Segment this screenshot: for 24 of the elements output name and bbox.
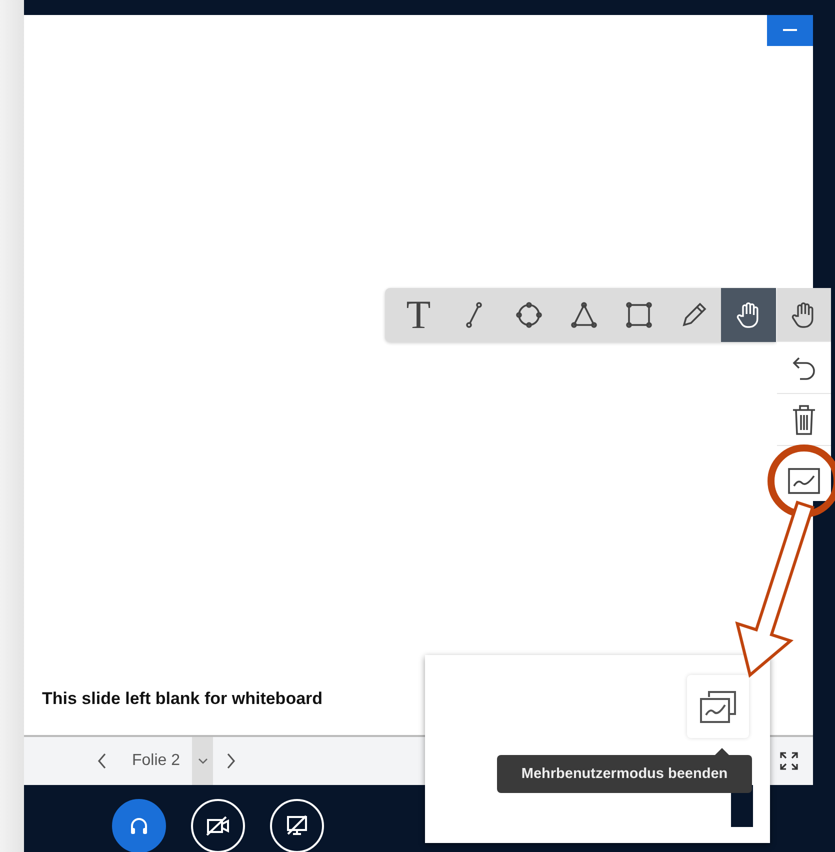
stacked-screens-icon [698,688,738,724]
circle-icon [514,300,544,330]
multi-user-button[interactable] [687,675,749,738]
pan-tool-button[interactable] [777,288,831,342]
chevron-left-icon [96,752,108,770]
trash-icon [791,404,817,436]
tooltip-text: Mehrbenutzermodus beenden [521,766,728,782]
text-tool-button[interactable]: T [391,288,446,342]
slide-text: This slide left blank for whiteboard [42,689,323,709]
rectangle-icon [624,300,654,330]
screen-share-button[interactable] [270,798,324,852]
chevron-right-icon [225,752,238,770]
fullscreen-button[interactable] [777,749,801,773]
chart-screen-icon [787,467,821,495]
caret-icon [198,758,208,764]
camera-off-icon [205,814,231,836]
triangle-icon [568,300,598,330]
audio-button[interactable] [112,798,166,852]
camera-button[interactable] [191,798,245,852]
minus-icon [783,29,797,32]
slide-label: Folie 2 [132,752,180,770]
screen-share-off-icon [285,814,309,838]
hand-tool-button[interactable] [721,288,776,342]
fullscreen-icon [779,751,799,771]
